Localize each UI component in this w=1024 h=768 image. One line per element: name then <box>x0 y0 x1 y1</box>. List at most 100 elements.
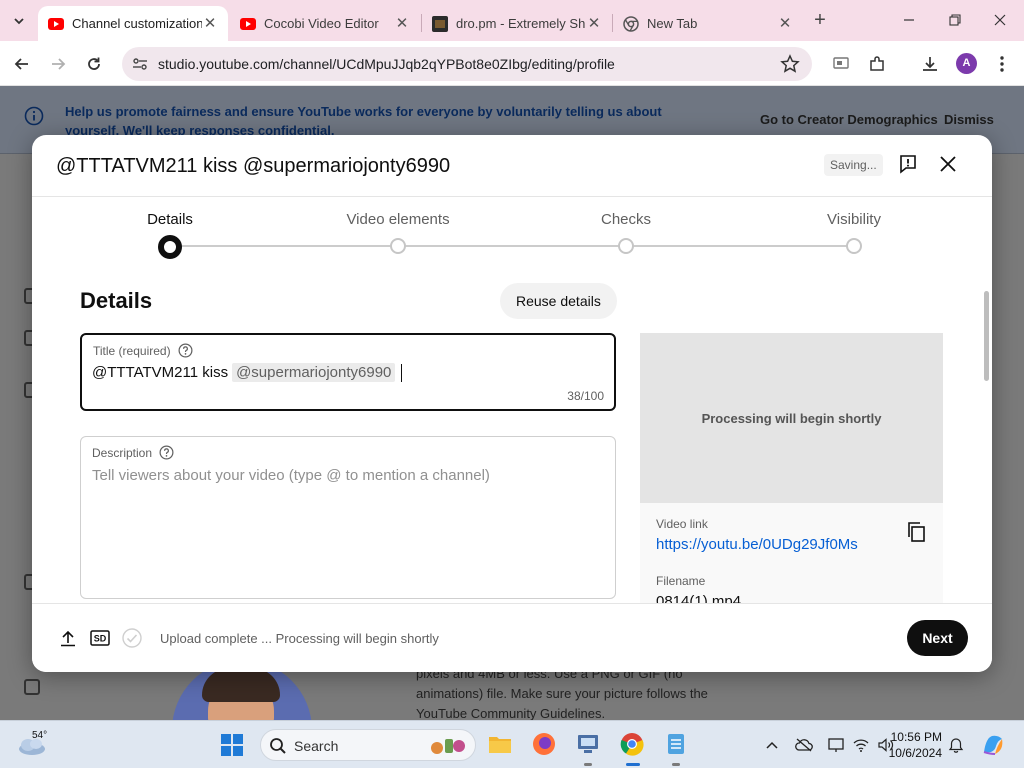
step-checks-dot[interactable] <box>618 238 634 254</box>
saving-status-chip: Saving... <box>824 154 883 176</box>
copy-icon[interactable] <box>906 521 926 543</box>
system-clock[interactable]: 10:56 PM 10/6/2024 <box>876 729 942 761</box>
chrome-icon[interactable] <box>619 731 645 757</box>
bookmark-star-icon[interactable] <box>780 54 800 74</box>
back-arrow-icon[interactable] <box>7 49 37 79</box>
avatar-hair <box>202 668 280 702</box>
profile-avatar[interactable]: A <box>956 53 977 74</box>
help-question-icon[interactable] <box>159 445 174 460</box>
tab-cocobi-video-editor[interactable]: Cocobi Video Editor ✕ <box>230 6 420 41</box>
title-text: @TTTATVM211 kiss <box>92 364 229 381</box>
forward-arrow-icon[interactable] <box>43 49 73 79</box>
video-thumbnail-placeholder: Processing will begin shortly <box>640 333 943 503</box>
copilot-icon[interactable] <box>980 732 1006 758</box>
restore-icon[interactable] <box>935 6 975 34</box>
youtube-studio-icon <box>48 17 64 30</box>
onedrive-offline-icon[interactable] <box>795 736 813 754</box>
sd-badge-text: SD <box>94 634 107 644</box>
processing-message: Processing will begin shortly <box>701 410 882 426</box>
close-tab-icon[interactable]: ✕ <box>586 15 602 32</box>
channel-mention-chip[interactable]: @supermariojonty6990 <box>232 363 396 382</box>
next-button[interactable]: Next <box>907 620 968 656</box>
search-icon <box>270 738 286 754</box>
reuse-details-button[interactable]: Reuse details <box>500 283 617 319</box>
video-link[interactable]: https://youtu.be/0UDg29Jf0Ms <box>656 536 858 553</box>
dialog-footer: SD Upload complete ... Processing will b… <box>32 603 992 672</box>
title-field[interactable]: Title (required) @TTTATVM211 kiss @super… <box>80 333 616 411</box>
notepad-icon[interactable] <box>663 731 689 757</box>
sd-quality-icon: SD <box>90 630 110 646</box>
dialog-scrollbar[interactable] <box>982 281 992 603</box>
feedback-rail-icon[interactable] <box>24 679 40 695</box>
windows-start-icon[interactable] <box>220 733 244 757</box>
tab-label: New Tab <box>647 16 698 31</box>
title-input[interactable]: @TTTATVM211 kiss @supermariojonty6990 <box>92 363 403 382</box>
download-icon[interactable] <box>919 53 941 75</box>
browser-tab-strip: Channel customization ✕ Cocobi Video Edi… <box>0 0 1024 41</box>
step-video-elements-dot[interactable] <box>390 238 406 254</box>
description-placeholder: Tell viewers about your video (type @ to… <box>92 467 490 484</box>
dialog-title: @TTTATVM211 kiss @supermariojonty6990 <box>56 155 451 177</box>
notification-bell-icon[interactable] <box>947 736 965 754</box>
media-controls-icon[interactable] <box>830 53 852 75</box>
browser-menu-kebab-icon[interactable] <box>991 53 1013 75</box>
step-visibility[interactable]: Visibility <box>827 211 881 228</box>
close-dialog-icon[interactable] <box>938 154 958 174</box>
filename-value: 0814(1).mp4 <box>656 593 742 603</box>
running-app-indicator <box>584 763 592 766</box>
taskbar-search[interactable]: Search <box>260 729 476 761</box>
new-tab-plus-icon[interactable]: + <box>808 8 832 32</box>
file-explorer-icon[interactable] <box>487 731 513 757</box>
scrollbar-thumb[interactable] <box>984 291 989 381</box>
display-settings-icon[interactable] <box>827 736 845 754</box>
tab-channel-customization[interactable]: Channel customization ✕ <box>38 6 228 41</box>
details-content: Details Reuse details Title (required) @… <box>32 267 992 603</box>
reload-icon[interactable] <box>79 49 109 79</box>
description-field[interactable]: Description Tell viewers about your vide… <box>80 436 616 599</box>
report-feedback-icon[interactable] <box>898 154 918 174</box>
help-question-icon[interactable] <box>178 343 193 358</box>
tab-label: Channel customization <box>72 16 202 31</box>
description-field-label: Description <box>92 445 174 460</box>
extensions-puzzle-icon[interactable] <box>866 53 888 75</box>
site-settings-icon[interactable] <box>132 56 148 72</box>
title-field-label: Title (required) <box>93 343 193 358</box>
step-details-dot[interactable] <box>158 235 182 259</box>
dismiss-banner-button[interactable]: Dismiss <box>944 112 994 127</box>
checks-complete-icon <box>122 628 142 648</box>
show-hidden-icons-chevron-icon[interactable] <box>763 736 781 754</box>
tab-label: dro.pm - Extremely Sh <box>456 16 586 31</box>
step-visibility-dot[interactable] <box>846 238 862 254</box>
firefox-icon[interactable] <box>531 731 557 757</box>
text-caret <box>401 363 403 382</box>
dropm-icon <box>432 15 448 32</box>
active-app-indicator <box>626 763 640 766</box>
clock-date: 10/6/2024 <box>888 746 942 760</box>
browser-toolbar: studio.youtube.com/channel/UCdMpuJJqb2qY… <box>0 41 1024 86</box>
clock-time: 10:56 PM <box>890 730 942 744</box>
info-icon <box>24 106 44 126</box>
description-label-text: Description <box>92 445 153 460</box>
desktop-app-icon[interactable] <box>575 731 601 757</box>
go-to-creator-demographics-button[interactable]: Go to Creator Demographics <box>760 112 938 127</box>
section-heading: Details <box>80 288 153 313</box>
close-tab-icon[interactable]: ✕ <box>777 15 793 32</box>
close-tab-icon[interactable]: ✕ <box>202 15 218 32</box>
title-label-text: Title (required) <box>93 343 171 358</box>
address-bar[interactable]: studio.youtube.com/channel/UCdMpuJJqb2qY… <box>122 47 812 81</box>
minimize-icon[interactable] <box>889 6 929 34</box>
picture-guidelines-text: pixels and 4MB or less. Use a PNG or GIF… <box>416 666 708 721</box>
step-details[interactable]: Details <box>147 211 193 228</box>
window-close-icon[interactable] <box>980 6 1020 34</box>
video-preview-card: Processing will begin shortly Video link… <box>640 333 943 603</box>
stepper-track <box>170 245 854 247</box>
step-checks[interactable]: Checks <box>601 211 651 228</box>
tab-dropm[interactable]: dro.pm - Extremely Sh ✕ <box>422 6 612 41</box>
running-app-indicator <box>672 763 680 766</box>
tab-search-chevron-icon[interactable] <box>6 8 32 34</box>
chrome-icon <box>623 15 639 32</box>
upload-status-text: Upload complete ... Processing will begi… <box>160 631 439 646</box>
close-tab-icon[interactable]: ✕ <box>394 15 410 32</box>
tab-new-tab[interactable]: New Tab ✕ <box>613 6 803 41</box>
step-video-elements[interactable]: Video elements <box>346 211 449 228</box>
